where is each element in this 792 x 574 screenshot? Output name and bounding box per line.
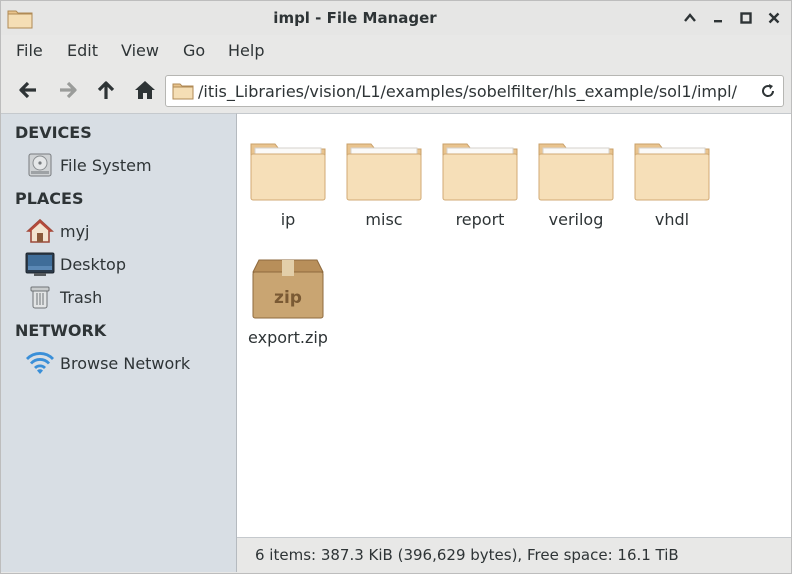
file-view[interactable]: ip misc report verilog vhdl zip export.z… (237, 113, 791, 537)
home-button[interactable] (132, 77, 158, 103)
reload-icon (762, 84, 775, 97)
window-title: impl - File Manager (273, 9, 437, 27)
sidebar-item-label: myj (60, 221, 90, 241)
location-path[interactable]: /itis_Libraries/vision/L1/examples/sobel… (198, 82, 737, 101)
file-item-misc[interactable]: misc (336, 134, 432, 229)
status-bar: 6 items: 387.3 KiB (396,629 bytes), Free… (237, 537, 791, 572)
file-name: verilog (548, 210, 604, 229)
arrow-right-icon (60, 81, 77, 99)
title-bar[interactable]: impl - File Manager (1, 1, 791, 35)
home-icon (135, 81, 155, 99)
sidebar-heading-network: NETWORK (15, 321, 107, 340)
file-item-ip[interactable]: ip (240, 134, 336, 229)
close-button[interactable] (763, 7, 785, 29)
status-text: 6 items: 387.3 KiB (396,629 bytes), Free… (255, 546, 679, 564)
folder-icon (536, 134, 616, 202)
desktop-icon (25, 250, 55, 278)
wifi-icon (25, 349, 55, 377)
folder-icon (248, 134, 328, 202)
minus-icon (714, 20, 722, 23)
reload-button[interactable] (757, 80, 779, 102)
menu-file[interactable]: File (16, 41, 43, 60)
sidebar-item-home[interactable]: myj (25, 217, 230, 245)
folder-icon (172, 82, 194, 100)
file-item-vhdl[interactable]: vhdl (624, 134, 720, 229)
file-name: export.zip (248, 328, 328, 347)
sidebar-item-label: Trash (60, 287, 103, 307)
sidebar-heading-devices: DEVICES (15, 123, 92, 142)
location-bar[interactable]: /itis_Libraries/vision/L1/examples/sobel… (165, 75, 784, 107)
menu-view[interactable]: View (121, 41, 159, 60)
iconify-button[interactable] (707, 7, 729, 29)
file-name: report (455, 210, 505, 229)
folder-icon (632, 134, 712, 202)
menu-go[interactable]: Go (183, 41, 205, 60)
sidebar-item-file-system[interactable]: File System (25, 151, 230, 179)
forward-button[interactable] (55, 77, 81, 103)
file-name: ip (280, 210, 296, 229)
sidebar-item-label: File System (60, 155, 152, 175)
menu-help[interactable]: Help (228, 41, 264, 60)
sidebar-item-label: Browse Network (60, 353, 191, 373)
menu-edit[interactable]: Edit (67, 41, 98, 60)
toolbar: /itis_Libraries/vision/L1/examples/sobel… (1, 67, 791, 113)
square-icon (740, 12, 752, 24)
file-name: vhdl (654, 210, 690, 229)
file-item-export-zip[interactable]: zip export.zip (240, 252, 336, 347)
folder-icon (344, 134, 424, 202)
file-manager-window: impl - File Manager File Edit View Go He… (0, 0, 792, 574)
menu-bar: File Edit View Go Help (1, 35, 791, 67)
home-folder-icon (25, 217, 55, 245)
sidebar-item-label: Desktop (60, 254, 126, 274)
file-name: misc (365, 210, 403, 229)
up-button[interactable] (93, 77, 119, 103)
maximize-button[interactable] (735, 7, 757, 29)
zip-badge: zip (274, 288, 302, 308)
archive-box-icon: zip (248, 252, 328, 320)
folder-icon (440, 134, 520, 202)
file-item-report[interactable]: report (432, 134, 528, 229)
drive-icon (25, 151, 55, 179)
sidebar-item-browse-network[interactable]: Browse Network (25, 349, 230, 377)
close-icon (768, 12, 780, 24)
chevron-up-icon (684, 13, 696, 22)
sidebar-item-trash[interactable]: Trash (25, 283, 230, 311)
file-item-verilog[interactable]: verilog (528, 134, 624, 229)
sidebar-heading-places: PLACES (15, 189, 84, 208)
arrow-left-icon (19, 81, 36, 99)
sidebar: DEVICES File System PLACES myj Desktop T… (1, 113, 237, 572)
minimize-button[interactable] (679, 7, 701, 29)
trash-icon (25, 283, 55, 311)
back-button[interactable] (15, 77, 41, 103)
arrow-up-icon (97, 81, 115, 99)
sidebar-item-desktop[interactable]: Desktop (25, 250, 230, 278)
